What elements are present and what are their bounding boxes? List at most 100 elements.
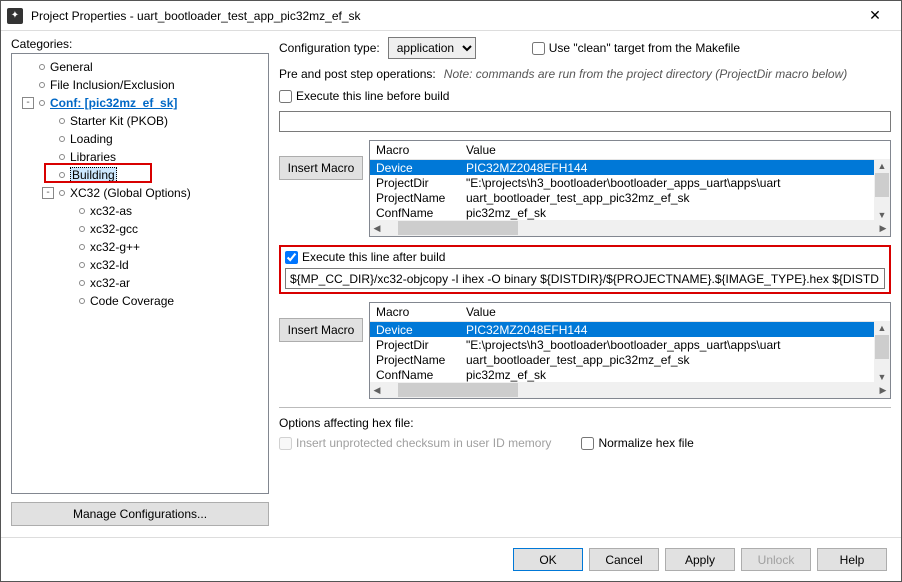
expand-icon[interactable]: - (42, 187, 54, 199)
expand-icon (62, 295, 74, 307)
macro-table-1[interactable]: Macro Value DevicePIC32MZ2048EFH144Proje… (369, 140, 891, 237)
tree-item-label: xc32-g++ (90, 240, 140, 254)
table-row[interactable]: DevicePIC32MZ2048EFH144 (370, 160, 890, 175)
execute-before-checkbox[interactable]: Execute this line before build (279, 89, 891, 103)
unlock-button[interactable]: Unlock (741, 548, 811, 571)
bullet-icon (79, 298, 85, 304)
table-row[interactable]: ProjectNameuart_bootloader_test_app_pic3… (370, 190, 890, 205)
expand-icon[interactable]: - (22, 97, 34, 109)
tree-item-general[interactable]: General (16, 58, 264, 76)
macro-name: ProjectName (370, 191, 460, 205)
bullet-icon (79, 208, 85, 214)
macro-name: ConfName (370, 368, 460, 382)
ok-button[interactable]: OK (513, 548, 583, 571)
tree-item-label: xc32-gcc (90, 222, 138, 236)
tree-item-building[interactable]: Building (16, 166, 264, 184)
tree-item-label: xc32-ld (90, 258, 129, 272)
categories-tree[interactable]: General File Inclusion/Exclusion -Conf: [p… (11, 53, 269, 494)
bullet-icon (59, 172, 65, 178)
title-bar: ✦ Project Properties - uart_bootloader_t… (1, 1, 901, 31)
expand-icon (62, 223, 74, 235)
bullet-icon (79, 226, 85, 232)
pre-post-label: Pre and post step operations: (279, 67, 436, 81)
expand-icon (42, 151, 54, 163)
tree-item-label: XC32 (Global Options) (70, 186, 191, 200)
pre-post-note: Note: commands are run from the project … (444, 67, 847, 81)
help-button[interactable]: Help (817, 548, 887, 571)
tree-item-conf-pic32mz-ef-sk-[interactable]: -Conf: [pic32mz_ef_sk] (16, 94, 264, 112)
tree-item-file-inclusion-exclusion[interactable]: File Inclusion/Exclusion (16, 76, 264, 94)
tree-item-libraries[interactable]: Libraries (16, 148, 264, 166)
table-row[interactable]: ConfNamepic32mz_ef_sk (370, 367, 890, 382)
macro-value: pic32mz_ef_sk (460, 206, 890, 220)
table-row[interactable]: ConfNamepic32mz_ef_sk (370, 205, 890, 220)
insert-macro-button-1[interactable]: Insert Macro (279, 156, 363, 180)
execute-after-input[interactable] (285, 268, 885, 289)
expand-icon (62, 259, 74, 271)
expand-icon (62, 205, 74, 217)
use-clean-checkbox[interactable]: Use "clean" target from the Makefile (532, 41, 740, 55)
app-icon: ✦ (7, 8, 23, 24)
cancel-button[interactable]: Cancel (589, 548, 659, 571)
expand-icon (42, 115, 54, 127)
table-row[interactable]: ProjectDir"E:\projects\h3_bootloader\boo… (370, 337, 890, 352)
table-row[interactable]: DevicePIC32MZ2048EFH144 (370, 322, 890, 337)
tree-item-xc32-ld[interactable]: xc32-ld (16, 256, 264, 274)
macro-name: Device (370, 323, 460, 337)
execute-before-input[interactable] (279, 111, 891, 132)
insert-macro-button-2[interactable]: Insert Macro (279, 318, 363, 342)
expand-icon (22, 79, 34, 91)
bullet-icon (59, 190, 65, 196)
tree-item-starter-kit-pkob-[interactable]: Starter Kit (PKOB) (16, 112, 264, 130)
macro-value: uart_bootloader_test_app_pic32mz_ef_sk (460, 191, 890, 205)
table-row[interactable]: ProjectNameuart_bootloader_test_app_pic3… (370, 352, 890, 367)
macro-name: ProjectDir (370, 176, 460, 190)
categories-label: Categories: (11, 37, 269, 51)
horizontal-scrollbar[interactable]: ◀▶ (370, 382, 890, 398)
tree-item-label: xc32-as (90, 204, 132, 218)
macro-name: ProjectName (370, 353, 460, 367)
macro-value: PIC32MZ2048EFH144 (460, 323, 890, 337)
bullet-icon (59, 136, 65, 142)
macro-header-name: Macro (370, 141, 460, 159)
tree-item-xc32-g-[interactable]: xc32-g++ (16, 238, 264, 256)
table-row[interactable]: ProjectDir"E:\projects\h3_bootloader\boo… (370, 175, 890, 190)
tree-item-label: File Inclusion/Exclusion (50, 78, 175, 92)
close-button[interactable]: ✕ (855, 2, 895, 30)
insert-checksum-checkbox: Insert unprotected checksum in user ID m… (279, 436, 551, 450)
configuration-type-label: Configuration type: (279, 41, 380, 55)
window-title: Project Properties - uart_bootloader_tes… (31, 9, 855, 23)
macro-value: uart_bootloader_test_app_pic32mz_ef_sk (460, 353, 890, 367)
tree-item-xc32-global-options-[interactable]: - XC32 (Global Options) (16, 184, 264, 202)
vertical-scrollbar[interactable]: ▲ ▼ (874, 159, 890, 222)
tree-item-label: General (50, 60, 93, 74)
expand-icon (62, 277, 74, 289)
tree-item-label: Code Coverage (90, 294, 174, 308)
highlighted-after-build-section: Execute this line after build (279, 245, 891, 294)
macro-value: "E:\projects\h3_bootloader\bootloader_ap… (460, 176, 890, 190)
apply-button[interactable]: Apply (665, 548, 735, 571)
macro-value: PIC32MZ2048EFH144 (460, 161, 890, 175)
bullet-icon (59, 154, 65, 160)
tree-item-label: Starter Kit (PKOB) (70, 114, 168, 128)
bullet-icon (39, 100, 45, 106)
macro-value: pic32mz_ef_sk (460, 368, 890, 382)
execute-after-checkbox[interactable]: Execute this line after build (285, 250, 885, 264)
expand-icon (42, 133, 54, 145)
macro-table-2[interactable]: Macro Value DevicePIC32MZ2048EFH144Proje… (369, 302, 891, 399)
configuration-type-select[interactable]: application (388, 37, 476, 59)
tree-item-xc32-ar[interactable]: xc32-ar (16, 274, 264, 292)
tree-item-label: Loading (70, 132, 113, 146)
vertical-scrollbar[interactable]: ▲ ▼ (874, 321, 890, 384)
horizontal-scrollbar[interactable]: ◀▶ (370, 220, 890, 236)
bullet-icon (39, 82, 45, 88)
bullet-icon (59, 118, 65, 124)
manage-configurations-button[interactable]: Manage Configurations... (11, 502, 269, 526)
tree-item-xc32-gcc[interactable]: xc32-gcc (16, 220, 264, 238)
normalize-hex-checkbox[interactable]: Normalize hex file (581, 436, 693, 450)
tree-item-label: Building (70, 167, 117, 183)
macro-header-value: Value (460, 141, 890, 159)
tree-item-loading[interactable]: Loading (16, 130, 264, 148)
tree-item-xc32-as[interactable]: xc32-as (16, 202, 264, 220)
tree-item-code-coverage[interactable]: Code Coverage (16, 292, 264, 310)
